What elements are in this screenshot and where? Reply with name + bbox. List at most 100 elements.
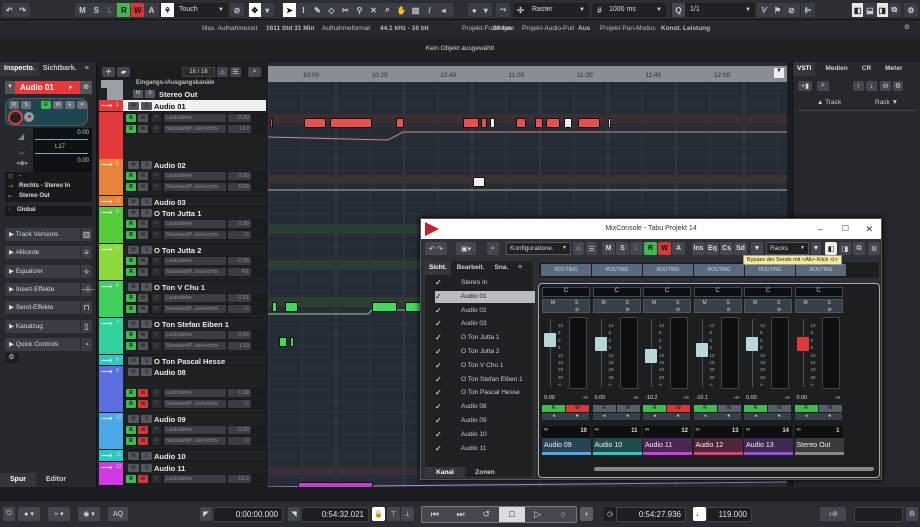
mode-button-s[interactable]: S	[90, 3, 103, 17]
mute-tool-icon[interactable]: ✕	[367, 3, 380, 17]
primary-time-display[interactable]: 0:54:27.936	[616, 507, 686, 522]
monitor-icon[interactable]: ◂	[704, 413, 707, 420]
redo-icon[interactable]: ↷	[17, 3, 30, 17]
add-track-button[interactable]: +	[102, 67, 115, 78]
solo-button[interactable]: S	[141, 320, 152, 328]
quantize-reset-icon[interactable]: ⊘	[785, 3, 798, 17]
pan-value[interactable]: L17	[55, 144, 65, 150]
checkmark-icon[interactable]: ✓	[435, 305, 442, 317]
mute-button[interactable]: M	[128, 161, 139, 169]
automation-param-label[interactable]: StandardP...ks/rechts	[164, 183, 226, 191]
automation-param-value[interactable]: 0.09	[228, 426, 251, 434]
quantize-select[interactable]: Q 1/1 ▼	[671, 3, 755, 17]
track-row[interactable]: ⟿ 4 M S O Ton Jutta 1 R W P Lautstärke 0.09 R W P Sta…	[99, 207, 266, 244]
audio-event[interactable]	[396, 118, 404, 128]
mute-button[interactable]: M	[703, 300, 707, 306]
write-button[interactable]: W	[138, 331, 148, 339]
param-icon[interactable]: P	[152, 331, 161, 339]
volume-fader[interactable]	[594, 337, 607, 351]
read-button[interactable]: R	[126, 268, 136, 276]
checkmark-icon[interactable]: ✓	[435, 318, 442, 330]
param-icon[interactable]: P	[152, 400, 161, 408]
mute-button[interactable]: M	[128, 198, 139, 206]
chevron-down-icon[interactable]: ▼	[751, 242, 763, 255]
solo-button[interactable]: S	[141, 368, 152, 376]
edit-icon[interactable]: ⊘	[727, 307, 731, 313]
track-row[interactable]: ⟿ 9 M S Audio 08 R W P Lautstärke 1.99 R W P Standard…	[99, 366, 266, 413]
track-row[interactable]: ⟿ 7 M S O Ton Stefan Eiben 1 R W P Lautstärke 0.0…	[99, 318, 266, 355]
mode-button-m[interactable]: M	[76, 3, 89, 17]
read-button[interactable]: R	[126, 220, 136, 228]
audio-event[interactable]	[564, 118, 572, 128]
drag-tool[interactable]: ✥ ▾	[248, 3, 274, 17]
channel-visibility-item[interactable]: ✓ O Ton Jutta 2	[435, 346, 535, 358]
solo-button[interactable]: S	[777, 300, 780, 306]
mc-mode-button-a[interactable]: A	[672, 242, 685, 255]
peak-value[interactable]: -∞	[683, 395, 689, 401]
automation-lane[interactable]: R W P Lautstärke 0.01	[123, 293, 266, 303]
section-channel-strip[interactable]: ▶ Kanalzug ▯	[5, 319, 92, 333]
right-locator-time[interactable]: 0:54:32.021	[301, 507, 369, 522]
audio-event[interactable]	[535, 118, 543, 128]
audio-event[interactable]	[270, 118, 273, 128]
channel-visibility-item[interactable]: ✓ Stereo In	[435, 277, 535, 289]
automation-lane[interactable]: R W P Lautstärke 0.05	[123, 256, 266, 266]
audio-event[interactable]	[473, 177, 485, 187]
automation-param-label[interactable]: Lautstärke	[164, 389, 226, 397]
write-button[interactable]: W	[616, 405, 640, 412]
mc-mode-button-m[interactable]: M	[602, 242, 615, 255]
automation-param-label[interactable]: StandardP...ks/rechts	[164, 342, 226, 350]
param-icon[interactable]: P	[152, 426, 161, 434]
automation-lane[interactable]: RWPLautstärke0.00	[123, 113, 266, 123]
mc-mode-button-s[interactable]: S	[616, 242, 629, 255]
track-row[interactable]: ⟿ 11 M S Audio 10	[99, 450, 266, 462]
audio-waveform-select[interactable]: ≈ ▾	[48, 507, 70, 521]
channel-visibility-item[interactable]: ✓ Audio 08	[435, 401, 535, 413]
collapse-icon[interactable]: ▼	[5, 81, 15, 94]
close-icon[interactable]: ✕	[865, 219, 873, 239]
audio-pull-value[interactable]: Aus	[578, 25, 590, 32]
channel-visibility-item[interactable]: ✓ Audio 11	[435, 443, 535, 455]
right-locator-icon[interactable]: ◥	[288, 507, 300, 521]
write-button[interactable]: W	[717, 405, 741, 412]
solo-button[interactable]: S	[141, 209, 152, 217]
volume-fader[interactable]	[645, 349, 657, 363]
edit-icon[interactable]: ⊘	[676, 307, 680, 313]
gear-icon[interactable]: ⚙	[906, 507, 918, 521]
snapshot-icon[interactable]: ▣▾	[456, 242, 476, 255]
arrow-down-icon[interactable]: ↓	[866, 81, 877, 91]
mute-button[interactable]: M	[804, 300, 808, 306]
automation-lane[interactable]: R W P Lautstärke -10.2	[123, 474, 266, 484]
automation-param-value[interactable]: L17	[228, 125, 251, 133]
record-mode-select[interactable]: ● ▾	[18, 507, 40, 521]
record-enable-button[interactable]	[8, 110, 23, 125]
tab-edit[interactable]: Bearbeit.	[451, 261, 489, 275]
search-icon[interactable]: ⌕	[248, 67, 261, 77]
marker-display[interactable]	[854, 507, 903, 522]
gear-icon[interactable]: ⚙	[5, 353, 18, 363]
snap-toggle[interactable]: ⤳	[496, 3, 510, 17]
pan-mode-value[interactable]: Konst. Leistung	[661, 25, 710, 32]
automation-param-value[interactable]: 0.09	[228, 220, 251, 228]
channel-visibility-item[interactable]: ✓ Audio 03	[435, 318, 535, 330]
undo-redo[interactable]: ↶ ↷	[425, 242, 447, 255]
snap-type-select[interactable]: ✣ Raster ▼	[513, 3, 589, 17]
pencil-tool-icon[interactable]: ✎	[311, 3, 324, 17]
channel-name-label[interactable]: Audio 13	[744, 438, 793, 455]
cycle-icon[interactable]: ↺	[473, 507, 499, 522]
pan-control[interactable]: C	[744, 287, 792, 297]
automation-param-label[interactable]: Lautstärke	[164, 257, 226, 265]
read-button[interactable]: R	[126, 183, 136, 191]
tab-snapshots[interactable]: Sna.	[489, 261, 513, 275]
mute-button[interactable]: M	[652, 300, 656, 306]
channel-visibility-item[interactable]: ✓ O Ton Jutta 1	[435, 332, 535, 344]
pan-control[interactable]: C	[542, 287, 590, 297]
automation-param-label[interactable]: Lautstärke	[164, 294, 226, 302]
param-icon[interactable]: P	[152, 342, 161, 350]
automation-param-label[interactable]: StandardP...ks/rechts	[164, 437, 226, 445]
channel-name-label[interactable]: Audio 09	[542, 438, 591, 455]
automation-param-value[interactable]: R1	[228, 268, 251, 276]
peak-value[interactable]: -∞	[633, 395, 639, 401]
param-icon[interactable]: P	[152, 475, 161, 483]
checkmark-icon[interactable]: ✓	[435, 429, 442, 441]
